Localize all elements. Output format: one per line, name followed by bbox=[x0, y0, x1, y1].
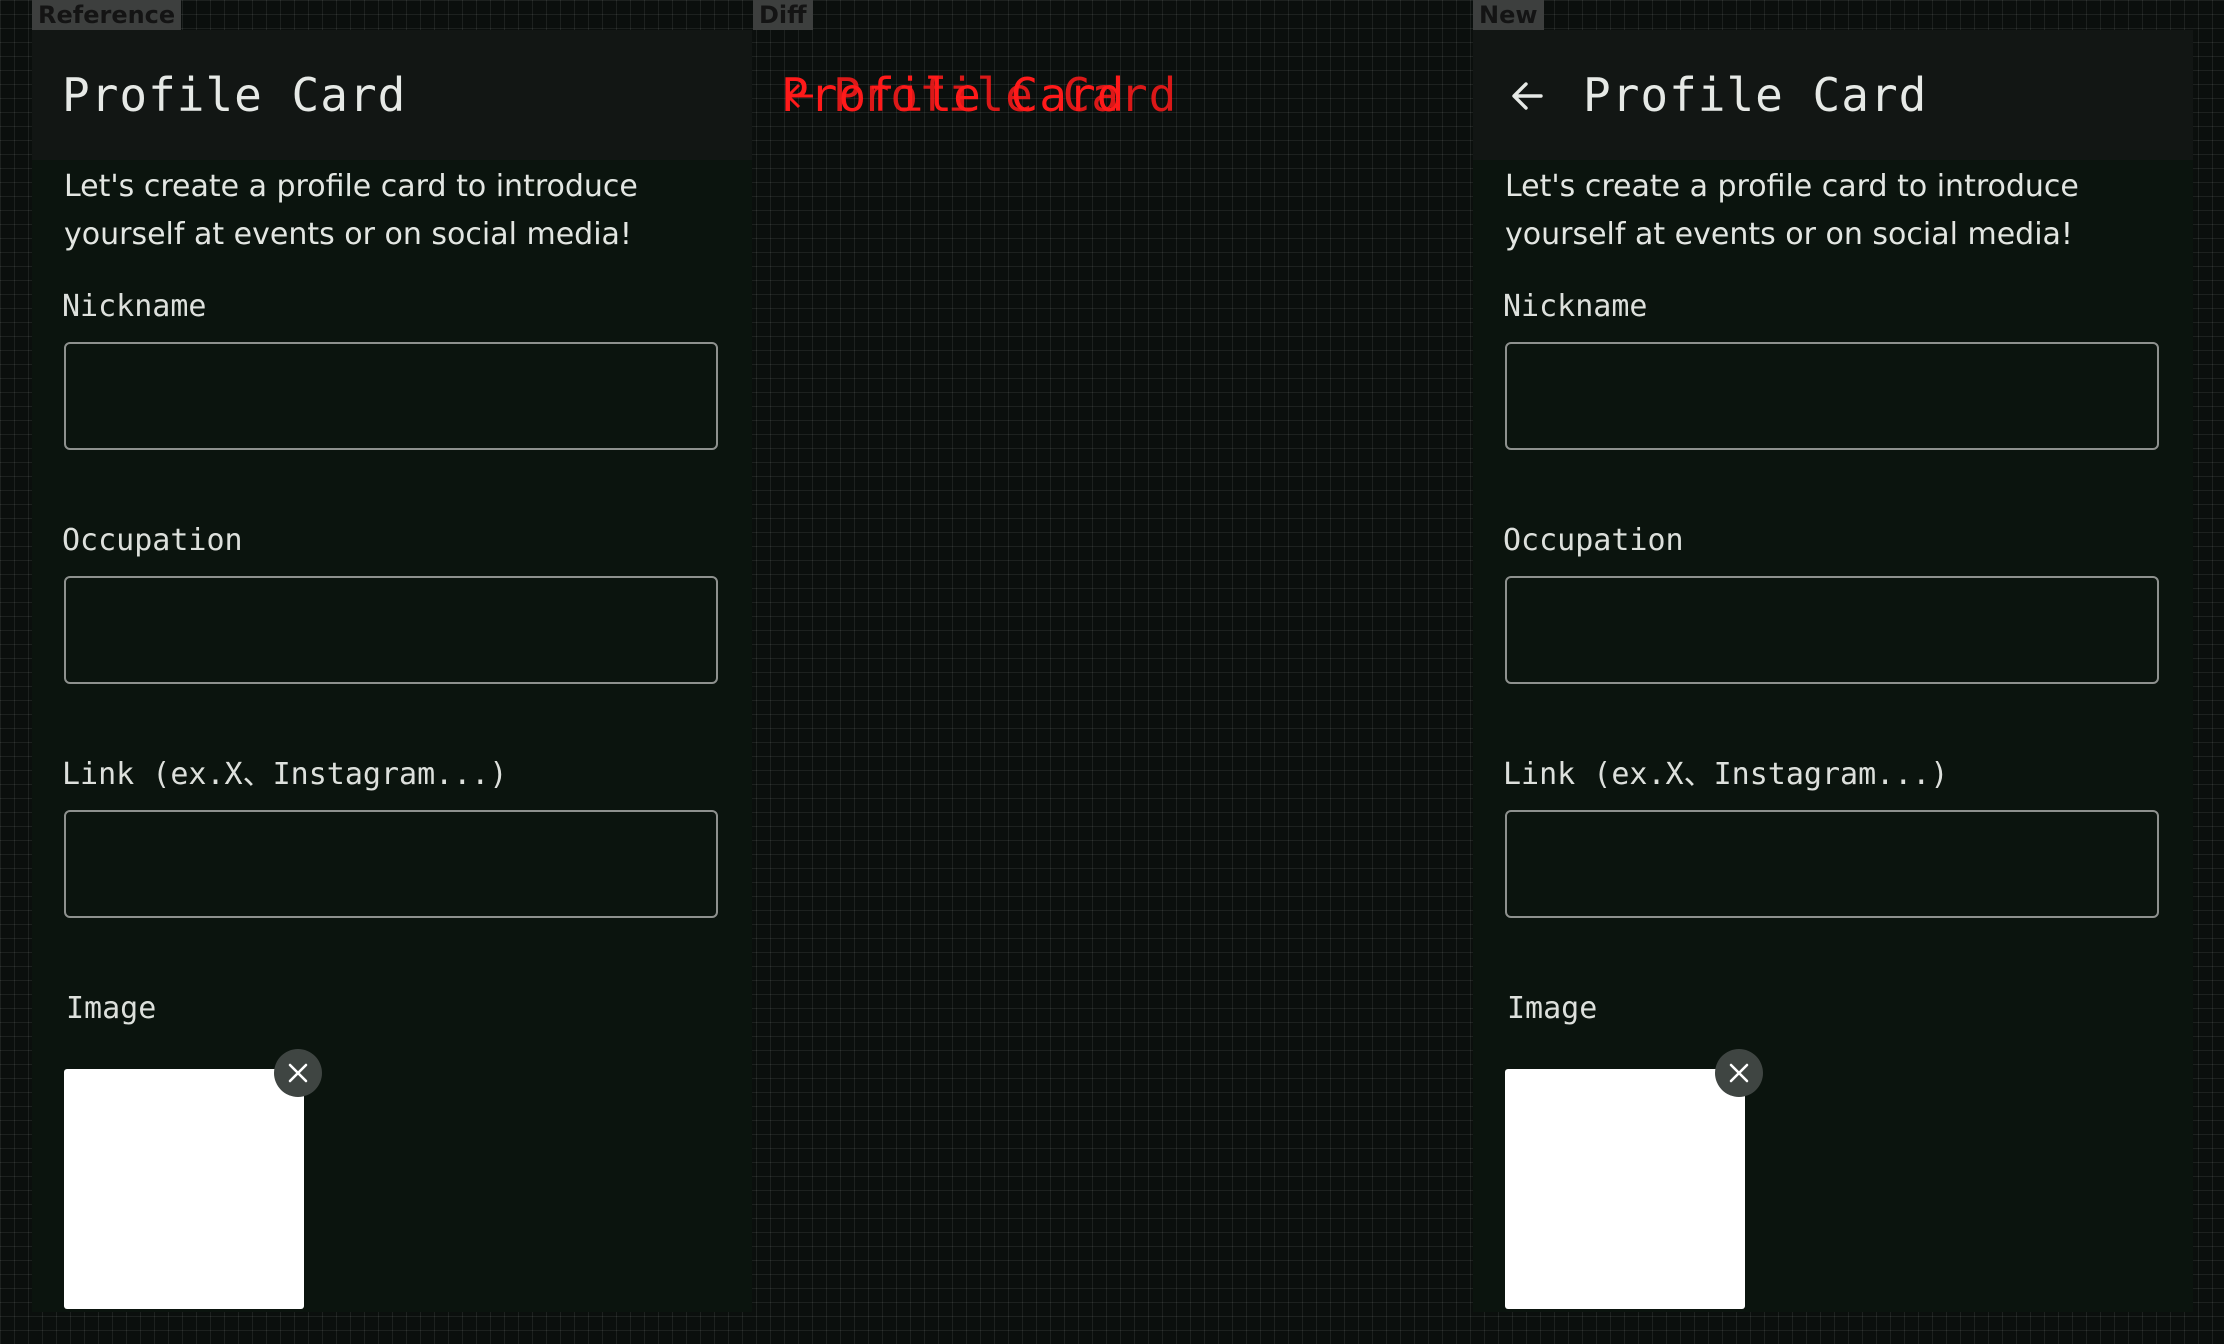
link-field[interactable] bbox=[1505, 810, 2159, 918]
diff-panel: Profile Card Profile Card bbox=[753, 30, 1473, 1312]
reference-panel: Profile Card Let's create a profile card… bbox=[32, 30, 752, 1312]
arrow-back-icon[interactable] bbox=[1507, 76, 1547, 116]
app-bar: Profile Card bbox=[32, 30, 752, 160]
image-label: Image bbox=[66, 991, 157, 1026]
remove-image-button[interactable] bbox=[274, 1049, 322, 1097]
occupation-label: Occupation bbox=[62, 523, 243, 558]
image-thumbnail[interactable] bbox=[64, 1069, 304, 1309]
link-field[interactable] bbox=[64, 810, 718, 918]
nickname-field[interactable] bbox=[1505, 342, 2159, 450]
image-label: Image bbox=[1507, 991, 1598, 1026]
page-title: Profile Card bbox=[1583, 68, 1928, 122]
diff-tag: Diff bbox=[753, 0, 813, 30]
intro-text: Let's create a profile card to introduce… bbox=[64, 169, 638, 252]
occupation-field[interactable] bbox=[1505, 576, 2159, 684]
nickname-label: Nickname bbox=[1503, 289, 1648, 324]
diff-arrow-back-icon bbox=[785, 83, 813, 109]
diff-title-new: Profile Card bbox=[833, 68, 1178, 122]
page-title: Profile Card bbox=[62, 68, 407, 122]
nickname-label: Nickname bbox=[62, 289, 207, 324]
intro-text: Let's create a profile card to introduce… bbox=[1505, 169, 2079, 252]
occupation-field[interactable] bbox=[64, 576, 718, 684]
new-tag: New bbox=[1473, 0, 1544, 30]
nickname-field[interactable] bbox=[64, 342, 718, 450]
image-thumbnail[interactable] bbox=[1505, 1069, 1745, 1309]
new-panel: Profile Card Let's create a profile card… bbox=[1473, 30, 2193, 1312]
link-label: Link (ex.X、Instagram...) bbox=[1503, 757, 1949, 792]
app-bar: Profile Card bbox=[1473, 30, 2193, 160]
link-label: Link (ex.X、Instagram...) bbox=[62, 757, 508, 792]
reference-tag: Reference bbox=[32, 0, 182, 30]
close-icon bbox=[1729, 1063, 1749, 1083]
close-icon bbox=[288, 1063, 308, 1083]
occupation-label: Occupation bbox=[1503, 523, 1684, 558]
remove-image-button[interactable] bbox=[1715, 1049, 1763, 1097]
